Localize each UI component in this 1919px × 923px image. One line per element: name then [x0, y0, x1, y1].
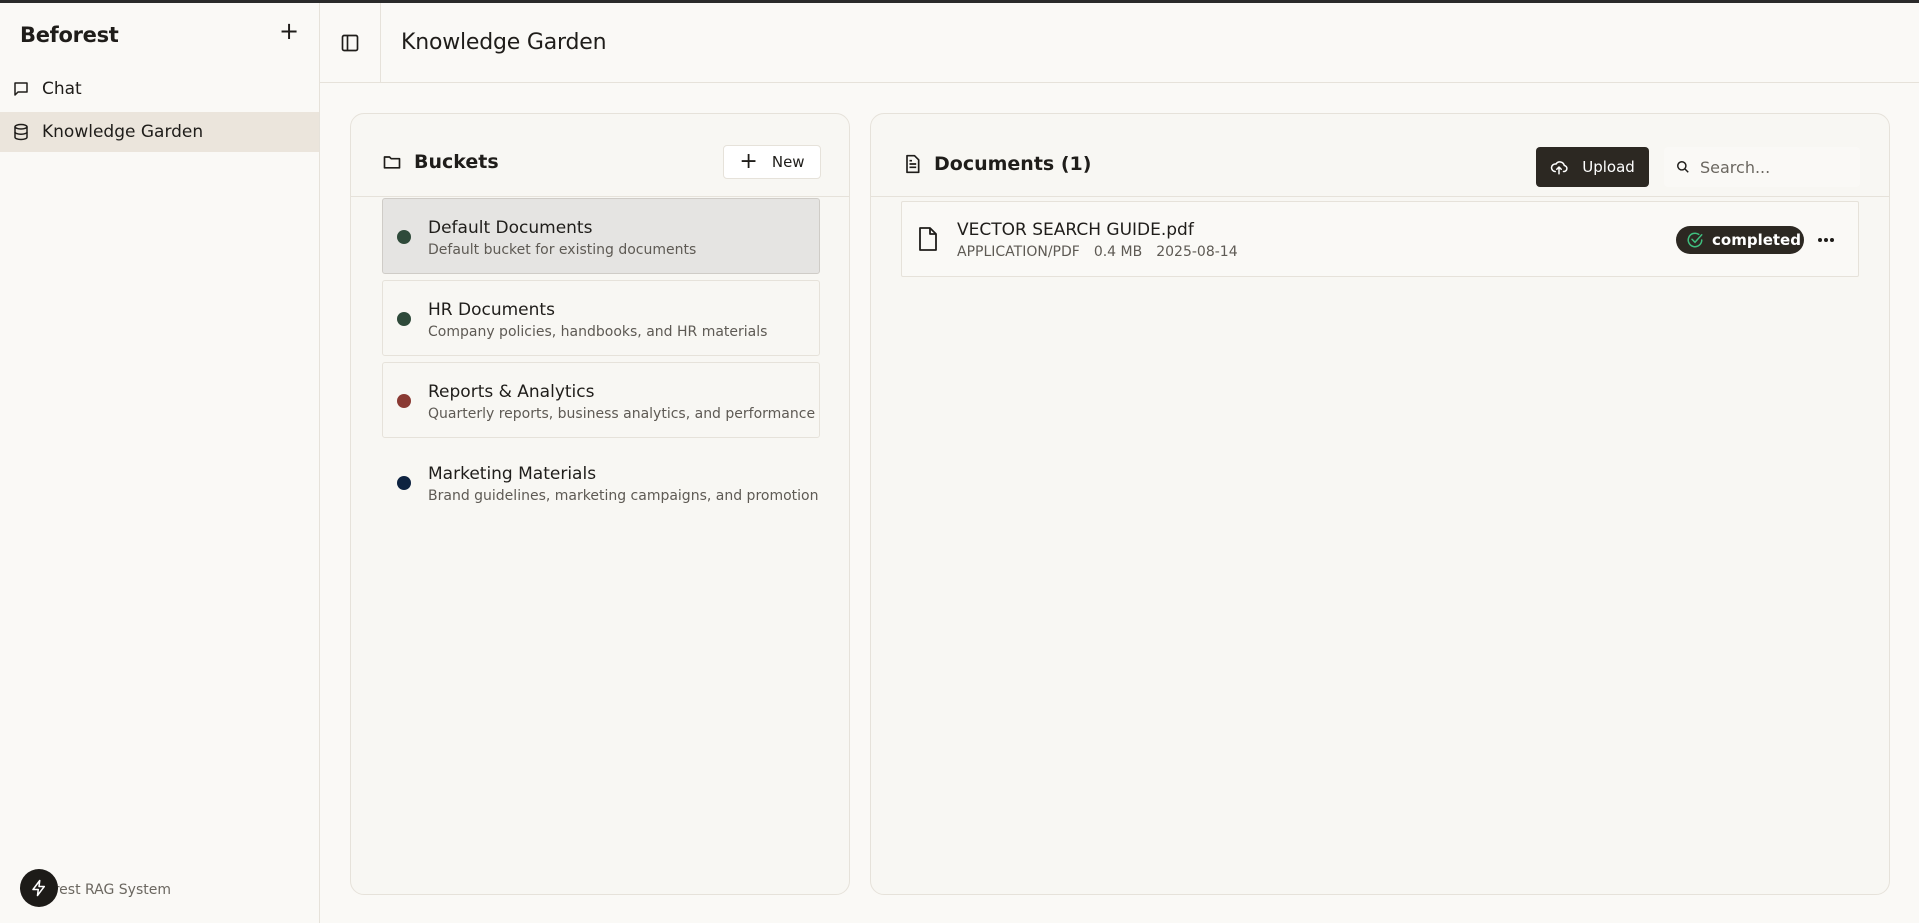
database-icon: [14, 123, 28, 141]
check-circle-icon: [1687, 232, 1703, 248]
documents-title: Documents (1): [902, 153, 1091, 175]
bucket-color-dot: [397, 476, 411, 490]
buckets-title: Buckets: [382, 151, 499, 173]
bucket-name: HR Documents: [428, 300, 555, 320]
document-icon: [906, 154, 920, 174]
top-bar: Knowledge Garden: [320, 3, 1919, 83]
bucket-color-dot: [397, 394, 411, 408]
sidebar-item-chat[interactable]: Chat: [0, 69, 319, 109]
plus-icon: +: [739, 149, 758, 174]
more-options-button[interactable]: [1814, 228, 1838, 252]
search-input[interactable]: [1700, 157, 1850, 177]
document-row[interactable]: VECTOR SEARCH GUIDE.pdf APPLICATION/PDF …: [901, 201, 1859, 277]
new-bucket-button[interactable]: + New: [723, 145, 821, 179]
bucket-color-dot: [397, 312, 411, 326]
document-meta: APPLICATION/PDF 0.4 MB 2025-08-14: [957, 244, 1238, 260]
document-type: APPLICATION/PDF: [957, 244, 1080, 260]
bucket-name: Marketing Materials: [428, 464, 597, 484]
search-icon: [1677, 161, 1689, 173]
folder-icon: [383, 156, 401, 169]
bucket-desc: Company policies, handbooks, and HR mate…: [428, 324, 768, 340]
add-button[interactable]: +: [278, 19, 300, 43]
search-box: [1664, 147, 1860, 187]
document-date: 2025-08-14: [1156, 244, 1238, 260]
bucket-desc: Brand guidelines, marketing campaigns, a…: [428, 488, 820, 504]
status-label: completed: [1712, 231, 1801, 249]
status-badge: completed: [1676, 226, 1804, 254]
sidebar-item-knowledge-garden[interactable]: Knowledge Garden: [0, 112, 319, 152]
bolt-icon: [32, 879, 45, 897]
buckets-header: Buckets + New: [351, 114, 849, 197]
sidebar-item-label: Knowledge Garden: [42, 122, 204, 142]
bolt-button[interactable]: [20, 869, 58, 907]
document-name: VECTOR SEARCH GUIDE.pdf: [957, 220, 1194, 240]
upload-button[interactable]: Upload: [1536, 147, 1649, 187]
document-size: 0.4 MB: [1093, 244, 1143, 260]
chat-icon: [14, 82, 28, 96]
cloud-upload-icon: [1550, 161, 1568, 175]
bucket-item[interactable]: Marketing Materials Brand guidelines, ma…: [382, 444, 820, 520]
sidebar-toggle-button[interactable]: [320, 3, 381, 83]
bucket-desc: Default bucket for existing documents: [428, 242, 697, 258]
bucket-name: Default Documents: [428, 218, 593, 238]
sidebar-toggle-icon: [341, 34, 359, 52]
page-title: Knowledge Garden: [401, 30, 607, 55]
sidebar: Beforest + Chat Knowledge Garden Befores…: [0, 3, 320, 923]
buckets-title-label: Buckets: [414, 151, 499, 173]
new-bucket-label: New: [771, 153, 805, 171]
file-icon: [919, 227, 937, 251]
upload-label: Upload: [1582, 158, 1635, 176]
buckets-panel: Buckets + New Default Documents Default …: [350, 113, 850, 895]
bucket-name: Reports & Analytics: [428, 382, 595, 402]
bucket-desc: Quarterly reports, business analytics, a…: [428, 406, 820, 422]
bucket-item[interactable]: HR Documents Company policies, handbooks…: [382, 280, 820, 356]
documents-panel: Documents (1) Upload VECTOR SEARCH GUIDE…: [870, 113, 1890, 895]
bucket-item[interactable]: Reports & Analytics Quarterly reports, b…: [382, 362, 820, 438]
bucket-item[interactable]: Default Documents Default bucket for exi…: [382, 198, 820, 274]
more-horizontal-icon: [1818, 238, 1834, 242]
documents-title-label: Documents (1): [934, 153, 1092, 175]
documents-header: Documents (1) Upload: [871, 114, 1889, 197]
bucket-color-dot: [397, 230, 411, 244]
sidebar-item-label: Chat: [42, 79, 82, 99]
brand-title: Beforest: [20, 23, 119, 47]
